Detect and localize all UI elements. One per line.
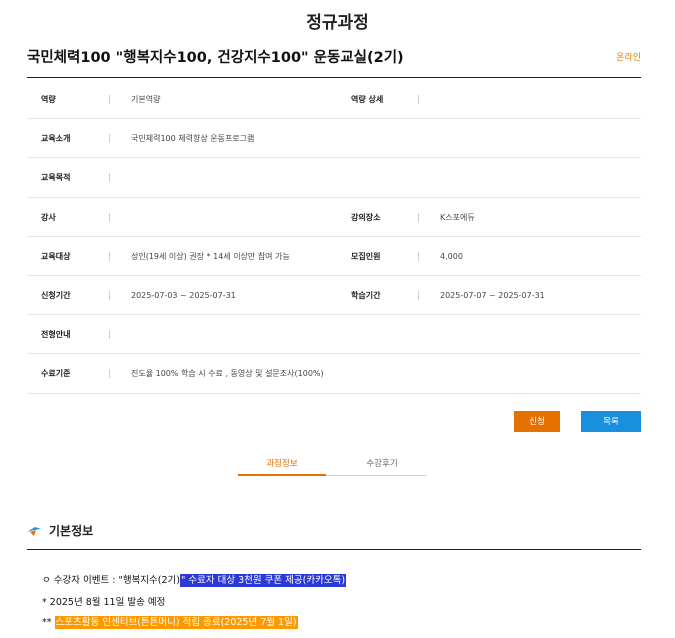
capacity-label: 모집인원 — [351, 251, 381, 261]
apply-period-label: 신청기간 — [41, 290, 71, 300]
info-row-selection: 전형안내 — [27, 315, 641, 355]
event-note-prefix: ㅇ 수강자 이벤트 : "행복지수(2기) — [42, 575, 180, 586]
target-value: 성인(19세 이상) 권장 * 14세 이상만 참여 가능 — [109, 237, 290, 276]
capacity-value: 4,000 — [418, 237, 463, 276]
course-tabs: 과정정보 수강후기 — [238, 457, 426, 476]
event-note: ㅇ 수강자 이벤트 : "행복지수(2기)" 수료자 대상 3천원 쿠폰 제공(… — [42, 572, 347, 587]
list-button[interactable]: 목록 — [581, 411, 641, 432]
info-row-intro: 교육소개 국민체력100 체력향상 운동프로그램 — [27, 119, 641, 159]
online-badge: 온라인 — [616, 53, 641, 63]
competency-detail-label: 역량 상세 — [351, 95, 384, 104]
purpose-label: 교육목적 — [41, 173, 71, 183]
completion-value: 진도율 100% 학습 시 수료 , 동영상 및 설문조사(100%) — [109, 354, 324, 393]
section-title: 기본정보 — [49, 524, 94, 538]
apply-period-value: 2025-07-03 ~ 2025-07-31 — [109, 276, 236, 315]
intro-label: 교육소개 — [41, 134, 71, 144]
page-title: 정규과정 — [306, 13, 369, 33]
intro-value: 국민체력100 체력향상 운동프로그램 — [108, 119, 254, 158]
incentive-note-highlight: 스포츠활동 인센티브(튼튼머니) 적립 종료(2025년 7월 1일) — [54, 616, 298, 629]
delivery-note: * 2025년 8월 11일 발송 예정 — [42, 597, 166, 608]
incentive-note-prefix: ** — [42, 617, 55, 628]
tab-course-info[interactable]: 과정정보 — [238, 457, 326, 476]
completion-label: 수료기준 — [41, 369, 71, 379]
competency-label: 역량 — [41, 95, 56, 104]
course-title: 국민체력100 "행복지수100, 건강지수100" 운동교실(2기) — [27, 50, 404, 66]
course-header: 국민체력100 "행복지수100, 건강지수100" 운동교실(2기) 온라인 — [27, 46, 641, 78]
target-label: 교육대상 — [41, 251, 71, 261]
course-info-table: 역량 기본역량 역량 상세 교육소개 국민체력100 체력향상 운동프로그램 교… — [27, 80, 641, 394]
study-period-value: 2025-07-07 ~ 2025-07-31 — [418, 276, 545, 315]
selection-label: 전형안내 — [41, 330, 71, 340]
info-row-purpose: 교육목적 — [27, 158, 641, 198]
event-note-highlight: " 수료자 대상 3천원 쿠폰 제공(카카오톡) — [180, 574, 347, 587]
section-bird-icon — [27, 527, 41, 536]
info-row-competency: 역량 기본역량 역량 상세 — [27, 80, 641, 120]
instructor-label: 강사 — [41, 212, 56, 222]
info-row-instructor: 강사 강의장소 K스포에듀 — [27, 198, 641, 237]
info-row-periods: 신청기간 2025-07-03 ~ 2025-07-31 학습기간 2025-0… — [27, 276, 641, 316]
info-row-target: 교육대상 성인(19세 이상) 권장 * 14세 이상만 참여 가능 모집인원 … — [27, 237, 641, 276]
venue-value: K스포에듀 — [418, 198, 475, 237]
study-period-label: 학습기간 — [351, 290, 381, 300]
section-header: 기본정보 — [27, 522, 641, 550]
info-row-completion: 수료기준 진도율 100% 학습 시 수료 , 동영상 및 설문조사(100%) — [27, 354, 641, 394]
competency-value: 기본역량 — [108, 80, 160, 119]
incentive-note: ** 스포츠활동 인센티브(튼튼머니) 적립 종료(2025년 7월 1일) — [42, 614, 298, 629]
venue-label: 강의장소 — [351, 212, 381, 222]
apply-button[interactable]: 신청 — [514, 411, 560, 432]
tab-reviews[interactable]: 수강후기 — [338, 457, 426, 476]
